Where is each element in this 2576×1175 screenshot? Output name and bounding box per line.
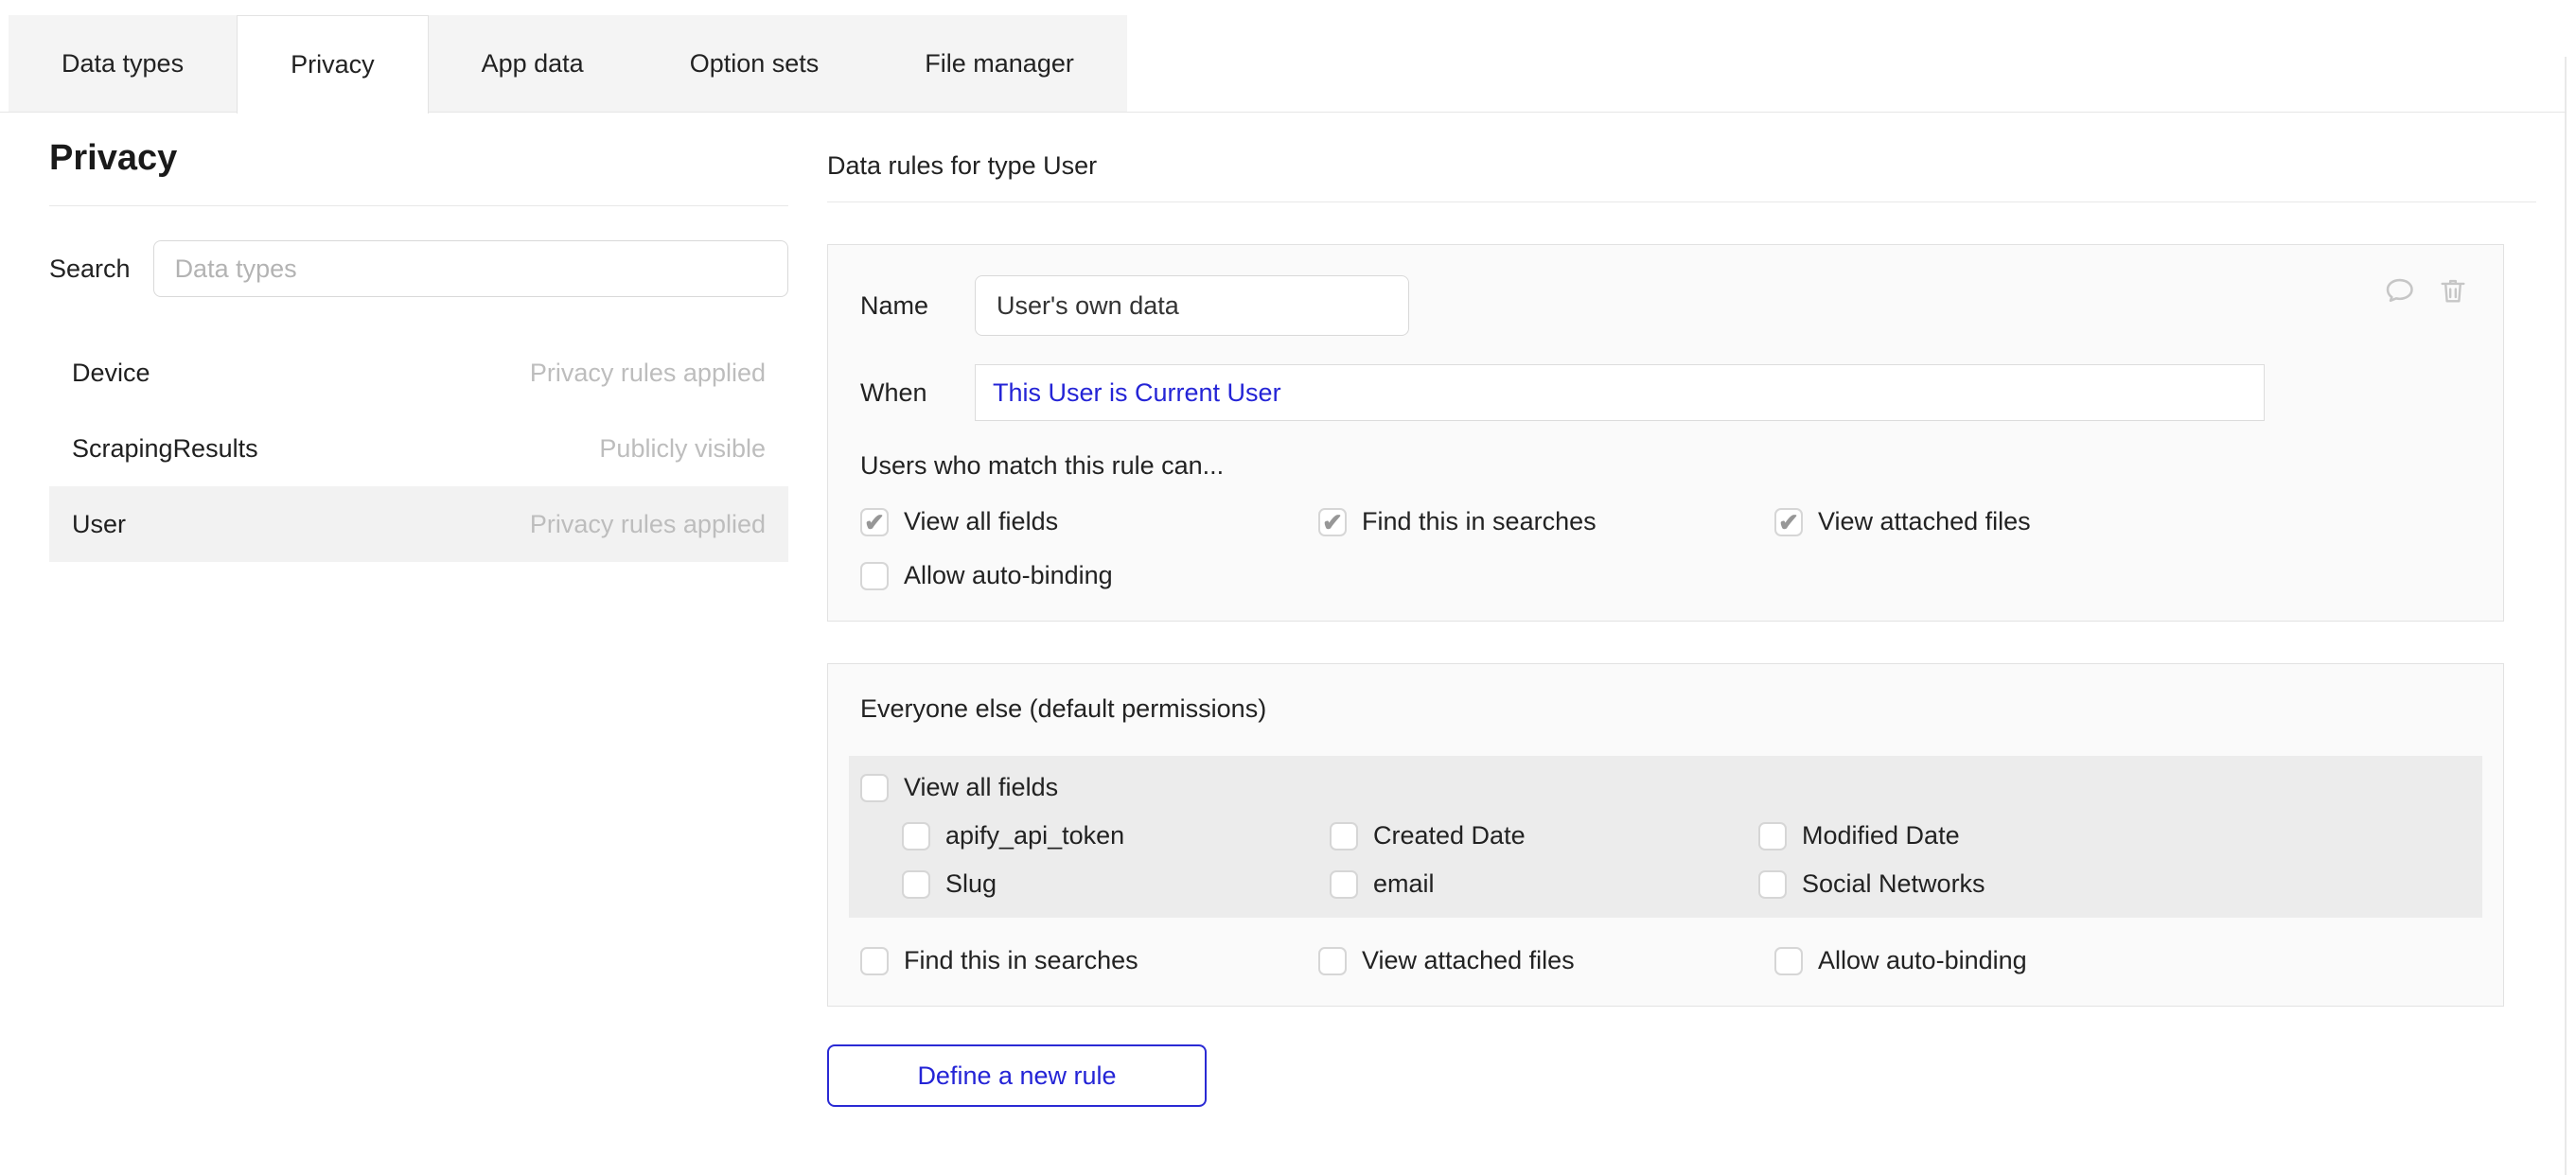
default-permissions-title: Everyone else (default permissions) [860,694,2471,724]
when-condition-text: This User is Current User [993,378,1281,408]
checkbox-label: Allow auto-binding [904,561,1113,590]
checkbox-icon[interactable] [1318,947,1347,975]
when-condition[interactable]: This User is Current User [975,364,2265,421]
search-input[interactable] [153,240,788,297]
checkbox-icon[interactable] [860,774,889,802]
checkbox-label: Modified Date [1802,821,1960,851]
checkbox-label: Slug [945,869,997,899]
rule-name-input[interactable] [975,275,1409,336]
rule-when-row: When This User is Current User [860,364,2471,421]
scrollbar-track[interactable] [2565,57,2567,1175]
tab-file-manager[interactable]: File manager [872,15,1127,112]
main-title: Data rules for type User [827,151,2536,181]
checkbox-label: email [1373,869,1435,899]
default-permissions-card: Everyone else (default permissions) View… [827,663,2504,1007]
default-permissions-grid: Find this in searches View attached file… [860,946,2471,975]
name-label: Name [860,291,975,321]
when-label: When [860,378,975,408]
permissions-intro: Users who match this rule can... [860,451,2471,481]
checkbox-icon[interactable] [902,822,930,851]
checkbox-icon[interactable] [860,508,889,536]
sidebar: Privacy Search Device Privacy rules appl… [49,138,788,562]
checkbox-field-modified-date[interactable]: Modified Date [1758,821,2482,851]
checkbox-allow-auto-binding-default[interactable]: Allow auto-binding [1774,946,2471,975]
data-type-name: Device [72,359,150,388]
checkbox-field-slug[interactable]: Slug [902,869,1330,899]
checkbox-view-attached-files[interactable]: View attached files [1774,507,2471,536]
tab-data-types[interactable]: Data types [9,15,237,112]
fields-box: View all fields apify_api_token Created … [849,756,2482,918]
tab-app-data[interactable]: App data [429,15,637,112]
checkbox-icon[interactable] [1774,508,1803,536]
checkbox-icon[interactable] [902,870,930,899]
data-type-list: Device Privacy rules applied ScrapingRes… [49,335,788,562]
list-item-device[interactable]: Device Privacy rules applied [49,335,788,411]
checkbox-view-attached-files-default[interactable]: View attached files [1318,946,1774,975]
rule-permissions: View all fields Find this in searches Vi… [860,507,2471,590]
tab-option-sets[interactable]: Option sets [637,15,873,112]
main-panel: Data rules for type User Name [827,138,2536,1107]
checkbox-icon[interactable] [1758,870,1787,899]
checkbox-label: Find this in searches [904,946,1138,975]
checkbox-label: Allow auto-binding [1818,946,2027,975]
list-item-user[interactable]: User Privacy rules applied [49,486,788,562]
checkbox-field-apify-api-token[interactable]: apify_api_token [902,821,1330,851]
search-label: Search [49,254,131,284]
checkbox-label: View all fields [904,773,1058,802]
checkbox-find-in-searches[interactable]: Find this in searches [1318,507,1774,536]
checkbox-label: View attached files [1818,507,2031,536]
checkbox-view-all-fields-default[interactable]: View all fields [860,773,2482,802]
trash-icon[interactable] [2437,273,2469,307]
checkbox-icon[interactable] [1330,870,1358,899]
checkbox-label: apify_api_token [945,821,1124,851]
checkbox-find-in-searches-default[interactable]: Find this in searches [860,946,1318,975]
checkbox-label: View all fields [904,507,1058,536]
rule-card: Name When This User is Current User User… [827,244,2504,622]
checkbox-icon[interactable] [1330,822,1358,851]
checkbox-icon[interactable] [860,947,889,975]
data-type-status: Privacy rules applied [530,510,766,539]
checkbox-icon[interactable] [1774,947,1803,975]
checkbox-icon[interactable] [1758,822,1787,851]
rule-card-actions [2382,273,2469,307]
rule-name-row: Name [860,275,2471,336]
checkbox-field-created-date[interactable]: Created Date [1330,821,1758,851]
checkbox-label: Created Date [1373,821,1526,851]
checkbox-label: Find this in searches [1362,507,1597,536]
checkbox-label: Social Networks [1802,869,1985,899]
list-item-scrapingresults[interactable]: ScrapingResults Publicly visible [49,411,788,486]
page-title: Privacy [49,138,788,179]
checkbox-icon[interactable] [860,562,889,590]
tab-bar: Data types Privacy App data Option sets … [9,15,1127,112]
search-row: Search [49,240,788,297]
data-type-status: Privacy rules applied [530,359,766,388]
tab-privacy[interactable]: Privacy [237,15,429,114]
data-type-name: User [72,510,126,539]
checkbox-field-email[interactable]: email [1330,869,1758,899]
define-new-rule-button[interactable]: Define a new rule [827,1044,1207,1107]
comment-icon[interactable] [2382,273,2416,307]
field-checkbox-grid: apify_api_token Created Date Modified Da… [860,821,2482,899]
checkbox-field-social-networks[interactable]: Social Networks [1758,869,2482,899]
divider [49,205,788,206]
checkbox-label: View attached files [1362,946,1575,975]
checkbox-icon[interactable] [1318,508,1347,536]
checkbox-allow-auto-binding[interactable]: Allow auto-binding [860,561,1318,590]
checkbox-view-all-fields[interactable]: View all fields [860,507,1318,536]
data-type-status: Publicly visible [599,434,766,464]
data-type-name: ScrapingResults [72,434,258,464]
